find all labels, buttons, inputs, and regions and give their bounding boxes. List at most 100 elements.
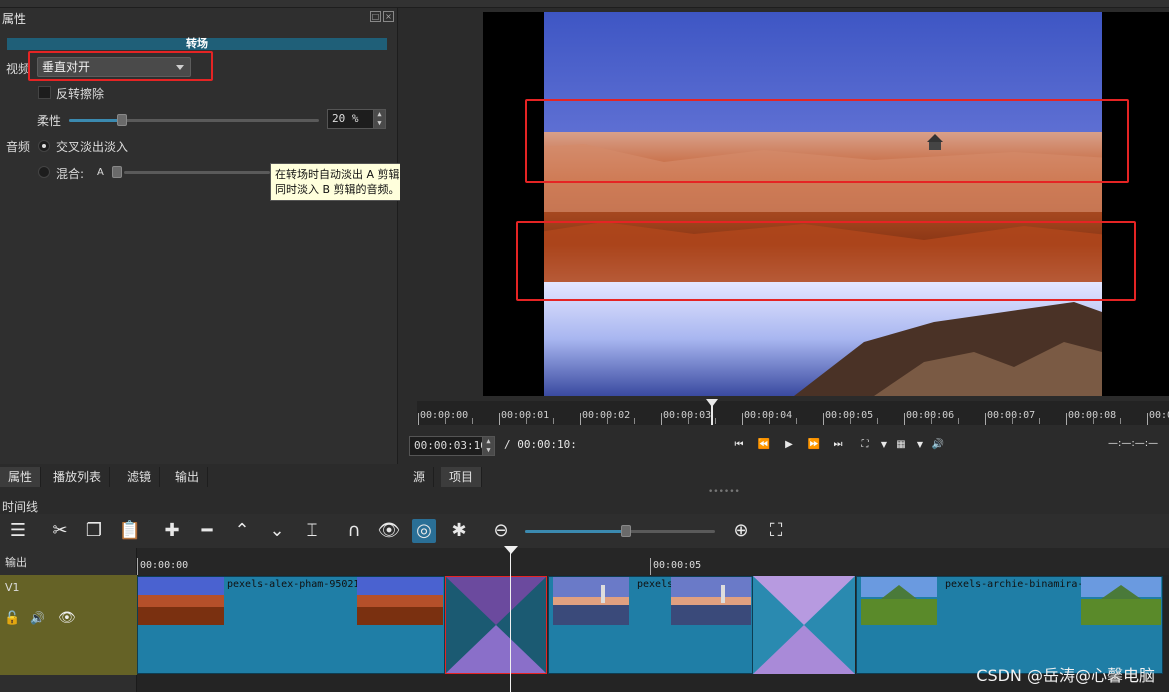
mix-label: 混合: xyxy=(56,167,85,181)
chevron-down-icon xyxy=(176,65,184,70)
hide-icon[interactable]: 👁 xyxy=(58,610,76,626)
zoom-fit-timeline-icon[interactable]: ⛶ xyxy=(764,519,788,543)
lift-icon[interactable]: ⌃ xyxy=(230,519,254,543)
close-panel-icon[interactable]: × xyxy=(383,11,394,22)
mix-slider[interactable] xyxy=(124,171,270,174)
softness-slider-handle[interactable] xyxy=(117,114,127,126)
preview-time-ruler[interactable]: 00:00:00 00:00:01 00:00:02 00:00:03 00:00:04… xyxy=(417,401,1169,425)
ruler-minor-tick xyxy=(445,418,446,424)
tab-filters[interactable]: 滤镜 xyxy=(119,467,161,487)
ruler-minor-tick xyxy=(553,418,554,424)
scrub-icon[interactable]: 👁 xyxy=(377,519,401,543)
volume-icon[interactable]: 🔊 xyxy=(929,437,947,453)
ripple-all-icon[interactable]: ✱ xyxy=(447,519,471,543)
snap-icon[interactable]: ∩ xyxy=(342,519,366,543)
timeline-playhead[interactable] xyxy=(510,548,511,692)
tab-project[interactable]: 项目 xyxy=(441,467,483,487)
lock-icon[interactable]: 🔓 xyxy=(4,611,20,626)
video-transition-select[interactable]: 垂直对开 xyxy=(37,57,191,77)
output-label: 输出 xyxy=(5,556,27,569)
softness-label: 柔性 xyxy=(37,114,62,128)
end-time: —:—:—:— xyxy=(1108,438,1159,449)
tab-properties[interactable]: 属性 xyxy=(0,467,42,487)
menu-icon[interactable]: ☰ xyxy=(6,519,30,543)
ruler-label: 00:00:0 xyxy=(1149,410,1169,421)
timeline-clip[interactable]: pexels-archie-binamira-672451.jpg xyxy=(856,576,1163,674)
append-icon[interactable]: ✚ xyxy=(160,519,184,543)
menu-bar xyxy=(0,0,1169,8)
fast-forward-icon[interactable]: ⏩ xyxy=(805,437,823,453)
softness-slider-fill xyxy=(69,119,119,122)
spin-arrows-icon[interactable]: ▲ ▼ xyxy=(373,110,385,128)
skip-to-end-icon[interactable]: ⏭ xyxy=(829,437,847,453)
crossfade-radio[interactable] xyxy=(38,140,50,152)
ruler-tick xyxy=(1066,413,1067,425)
ruler-minor-tick xyxy=(1039,418,1040,424)
timeline-zoom-handle[interactable] xyxy=(621,525,631,537)
video-preview[interactable] xyxy=(483,12,1169,396)
mix-radio[interactable] xyxy=(38,166,50,178)
zoom-dropdown-icon[interactable]: ▼ xyxy=(875,437,893,453)
preview-playhead-line xyxy=(711,405,713,425)
ruler-minor-tick xyxy=(796,418,797,424)
overwrite-icon[interactable]: ⌄ xyxy=(265,519,289,543)
horizontal-splitter[interactable]: •••••• xyxy=(708,487,740,497)
tab-source[interactable]: 源 xyxy=(405,467,435,487)
ruler-minor-tick xyxy=(715,418,716,424)
paste-icon[interactable]: 📋 xyxy=(118,519,142,543)
ripple-icon[interactable]: ◎ xyxy=(412,519,436,543)
spin-arrows-icon[interactable]: ▲ ▼ xyxy=(482,437,494,455)
tab-export[interactable]: 输出 xyxy=(167,467,209,487)
timeline-playhead-handle[interactable] xyxy=(504,546,518,554)
mix-slider-handle[interactable] xyxy=(112,166,122,178)
timeline-clip[interactable]: pexels-anand-dandeka xyxy=(548,576,753,674)
zoom-out-icon[interactable]: ⊖ xyxy=(489,519,513,543)
properties-panel: 属性 □ × 转场 视频 垂直对开 反转擦除 柔性 20 % ▲ ▼ 音频 交叉淡… xyxy=(0,8,398,464)
ruler-minor-tick xyxy=(769,418,770,424)
ruler-minor-tick xyxy=(850,418,851,424)
timeline-transition[interactable] xyxy=(753,576,855,674)
current-time-field[interactable]: 00:00:03:16 ▲ ▼ xyxy=(409,436,495,456)
cut-icon[interactable]: ✂ xyxy=(48,519,72,543)
skip-to-start-icon[interactable]: ⏮ xyxy=(730,437,748,453)
ruler-tick xyxy=(823,413,824,425)
video-transition-value: 垂直对开 xyxy=(42,60,91,74)
ruler-minor-tick xyxy=(877,418,878,424)
ruler-tick xyxy=(1147,413,1148,425)
ruler-tick xyxy=(650,558,651,575)
total-duration: / 00:00:10: xyxy=(504,438,577,451)
remove-icon[interactable]: ━ xyxy=(195,519,219,543)
invert-wipe-checkbox[interactable] xyxy=(38,86,51,99)
play-icon[interactable]: ▶ xyxy=(780,437,798,453)
zoom-in-icon[interactable]: ⊕ xyxy=(729,519,753,543)
rewind-icon[interactable]: ⏪ xyxy=(755,437,773,453)
track-v1-label: V1 xyxy=(5,581,20,594)
ruler-minor-tick xyxy=(688,418,689,424)
clip-thumbnail-end xyxy=(1081,577,1161,625)
highlight-box-bottom xyxy=(516,221,1136,301)
ruler-minor-tick xyxy=(931,418,932,424)
ruler-tick xyxy=(418,413,419,425)
track-v1-header[interactable]: V1 🔓 🔊 👁 xyxy=(0,575,137,675)
split-icon[interactable]: ⌶ xyxy=(300,519,324,543)
ruler-minor-tick xyxy=(634,418,635,424)
mute-icon[interactable]: 🔊 xyxy=(30,611,45,625)
softness-spinbox[interactable]: 20 % ▲ ▼ xyxy=(327,109,386,129)
grid-dropdown-icon[interactable]: ▼ xyxy=(911,437,929,453)
ruler-tick xyxy=(137,558,138,575)
timeline-ruler[interactable]: 00:00:00 00:00:05 xyxy=(137,548,1169,575)
ruler-minor-tick xyxy=(1093,418,1094,424)
highlight-box-top xyxy=(525,99,1129,183)
float-panel-icon[interactable]: □ xyxy=(370,11,381,22)
watermark: CSDN @岳涛@心馨电脑 xyxy=(976,666,1155,685)
timeline-transition[interactable] xyxy=(445,576,547,674)
tab-playlist[interactable]: 播放列表 xyxy=(45,467,111,487)
grid-icon[interactable]: ▦ xyxy=(892,437,910,453)
ruler-minor-tick xyxy=(526,418,527,424)
ruler-tick xyxy=(904,413,905,425)
copy-icon[interactable]: ❐ xyxy=(82,519,106,543)
zoom-fit-icon[interactable]: ⛶ xyxy=(856,437,874,453)
ruler-label-0: 00:00:00 xyxy=(140,560,189,571)
timeline-clip[interactable]: pexels-alex-pham-950210.jpg xyxy=(137,576,445,674)
audio-label: 音频 xyxy=(6,140,31,154)
